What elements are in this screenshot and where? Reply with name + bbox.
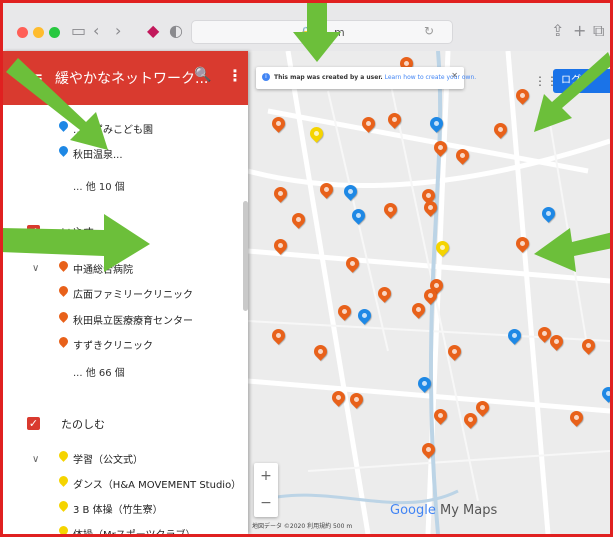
arrow-down-icon — [293, 0, 341, 62]
arrow-middle-right-icon — [534, 228, 613, 272]
arrow-middle-left-icon — [0, 214, 150, 272]
arrow-upper-right-icon — [534, 52, 613, 132]
annotation-arrows — [0, 0, 613, 272]
arrow-upper-left-icon — [6, 58, 108, 150]
